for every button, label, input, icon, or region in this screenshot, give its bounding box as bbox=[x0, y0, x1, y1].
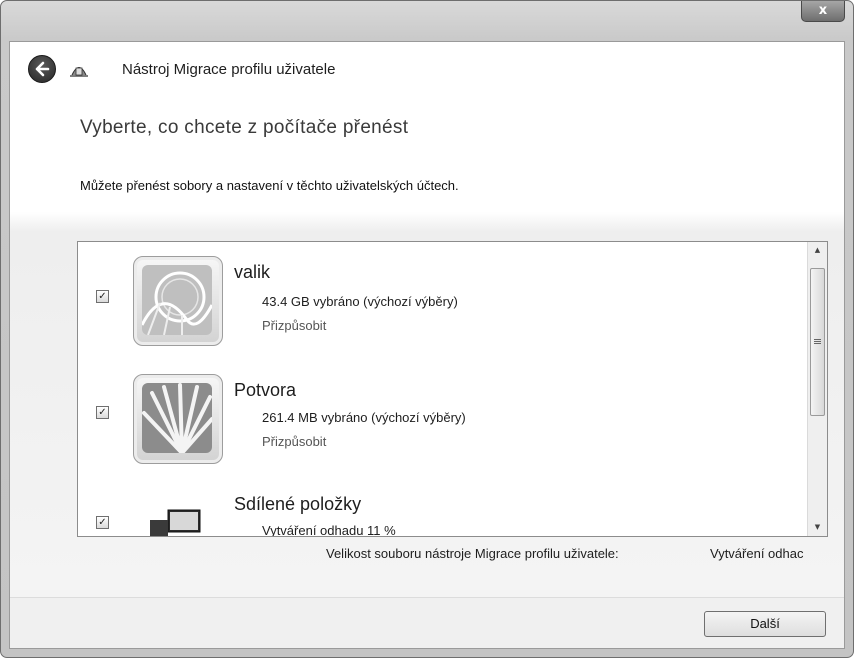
account-checkbox[interactable]: ✓ bbox=[96, 516, 109, 529]
main-content: Vyberte, co chcete z počítače přenést Mů… bbox=[10, 102, 844, 598]
scrollbar-thumb[interactable] bbox=[810, 268, 825, 416]
list-item-account[interactable]: ✓ Sdílené položky Vytváření odhadu 11 % bbox=[78, 484, 807, 536]
page-description: Můžete přenést sobory a nastavení v těch… bbox=[80, 178, 459, 193]
page-title: Vyberte, co chcete z počítače přenést bbox=[80, 117, 409, 138]
customize-link[interactable]: Přizpůsobit bbox=[262, 318, 326, 333]
computer-icon bbox=[150, 509, 201, 536]
back-button[interactable] bbox=[28, 55, 56, 83]
window-frame: x Nástroj Migrace profilu uživatele Vybe… bbox=[0, 0, 854, 658]
list-item-account[interactable]: ✓ valik 43.4 GB vybráno (výchozí výběry)… bbox=[78, 248, 807, 366]
vertical-scrollbar[interactable]: ▲ ▼ bbox=[807, 242, 827, 536]
account-list[interactable]: ✓ valik 43.4 GB vybráno (výchozí výběry)… bbox=[77, 241, 828, 537]
account-checkbox[interactable]: ✓ bbox=[96, 406, 109, 419]
account-size: Vytváření odhadu 11 % bbox=[262, 523, 396, 536]
account-size: 43.4 GB vybráno (výchozí výběry) bbox=[262, 294, 458, 309]
window-title: Nástroj Migrace profilu uživatele bbox=[122, 61, 336, 78]
account-name: Potvora bbox=[234, 380, 297, 400]
dialog-footer: Další bbox=[10, 597, 844, 648]
account-name: valik bbox=[234, 262, 271, 282]
size-value: Vytváření odhac bbox=[710, 546, 804, 561]
rollercoaster-image-icon bbox=[133, 256, 223, 346]
close-button[interactable]: x bbox=[801, 1, 845, 22]
account-size: 261.4 MB vybráno (výchozí výběry) bbox=[262, 410, 466, 425]
size-label: Velikost souboru nástroje Migrace profil… bbox=[326, 546, 619, 561]
scroll-down-icon[interactable]: ▼ bbox=[808, 519, 827, 536]
migration-tool-icon bbox=[70, 67, 88, 77]
next-button[interactable]: Další bbox=[704, 611, 826, 637]
customize-link[interactable]: Přizpůsobit bbox=[262, 434, 326, 449]
account-checkbox[interactable]: ✓ bbox=[96, 290, 109, 303]
flower-image-icon bbox=[133, 374, 223, 464]
scroll-up-icon[interactable]: ▲ bbox=[808, 242, 827, 259]
dialog-header: Nástroj Migrace profilu uživatele bbox=[10, 42, 844, 102]
back-arrow-icon bbox=[35, 61, 50, 77]
account-name: Sdílené položky bbox=[234, 494, 362, 514]
dialog-client-area: Nástroj Migrace profilu uživatele Vybert… bbox=[9, 41, 845, 649]
list-item-account[interactable]: ✓ Potvora 261.4 MB vybráno (výchozí výbě… bbox=[78, 366, 807, 484]
